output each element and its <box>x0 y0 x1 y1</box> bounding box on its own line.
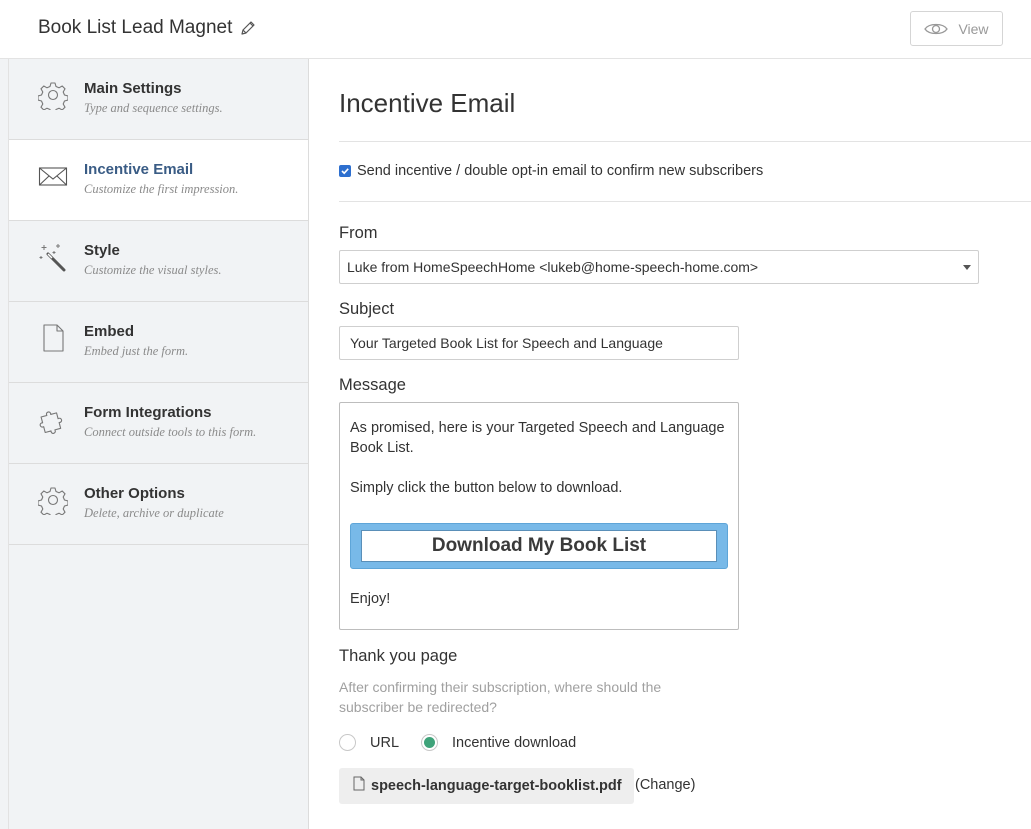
sidebar-item-label: Other Options <box>84 485 185 502</box>
incentive-file: speech-language-target-booklist.pdf <box>339 768 634 804</box>
gear-icon <box>37 484 69 516</box>
subject-label: Subject <box>339 300 395 318</box>
magic-wand-icon <box>37 241 69 273</box>
radio-url[interactable] <box>339 734 356 751</box>
thank-you-help: After confirming their subscription, whe… <box>339 679 662 715</box>
sidebar: Main Settings Type and sequence settings… <box>0 59 309 829</box>
send-incentive-label: Send incentive / double opt-in email to … <box>357 163 764 179</box>
from-select[interactable]: Luke from HomeSpeechHome <lukeb@home-spe… <box>339 250 979 284</box>
message-paragraph: As promised, here is your Targeted Speec… <box>350 420 725 456</box>
incentive-file-name: speech-language-target-booklist.pdf <box>371 778 622 794</box>
sidebar-strip <box>0 59 9 829</box>
sidebar-item-style[interactable]: Style Customize the visual styles. <box>9 221 308 302</box>
sidebar-item-subtitle: Type and sequence settings. <box>84 101 223 115</box>
view-button-label: View <box>958 20 989 37</box>
message-label: Message <box>339 376 406 394</box>
page-header: Book List Lead Magnet View <box>0 0 1031 59</box>
thank-you-label: Thank you page <box>339 647 458 665</box>
message-paragraph: Simply click the button below to downloa… <box>350 480 623 496</box>
puzzle-icon <box>37 403 69 435</box>
sidebar-item-label: Incentive Email <box>84 161 194 178</box>
download-book-list-button[interactable]: Download My Book List <box>350 523 728 569</box>
page-title: Incentive Email <box>339 88 516 118</box>
sidebar-item-embed[interactable]: Embed Embed just the form. <box>9 302 308 383</box>
sidebar-item-subtitle: Customize the first impression. <box>84 182 239 196</box>
sidebar-item-label: Main Settings <box>84 80 182 97</box>
sidebar-item-label: Form Integrations <box>84 404 212 421</box>
sidebar-item-subtitle: Delete, archive or duplicate <box>84 506 224 520</box>
from-select-value: Luke from HomeSpeechHome <lukeb@home-spe… <box>347 259 759 275</box>
sidebar-item-subtitle: Embed just the form. <box>84 344 189 358</box>
redirect-options: URL Incentive download <box>339 734 598 751</box>
radio-incentive-download[interactable] <box>421 734 439 751</box>
view-button[interactable]: View <box>910 11 1003 46</box>
radio-incentive-label: Incentive download <box>452 734 577 751</box>
change-file-link[interactable]: (Change) <box>635 777 695 793</box>
from-label: From <box>339 224 378 242</box>
sidebar-item-label: Embed <box>84 323 135 340</box>
envelope-icon <box>37 160 69 192</box>
sidebar-item-incentive-email[interactable]: Incentive Email Customize the first impr… <box>9 140 308 221</box>
send-incentive-checkbox[interactable] <box>339 165 351 177</box>
sidebar-item-subtitle: Customize the visual styles. <box>84 263 222 277</box>
caret-down-icon <box>963 265 971 270</box>
download-button-label: Download My Book List <box>361 530 717 562</box>
gear-icon <box>37 79 69 111</box>
divider <box>339 201 1031 202</box>
eye-icon <box>924 23 949 34</box>
sidebar-item-main-settings[interactable]: Main Settings Type and sequence settings… <box>9 59 308 140</box>
send-incentive-row[interactable]: Send incentive / double opt-in email to … <box>339 163 763 179</box>
subject-input[interactable]: Your Targeted Book List for Speech and L… <box>339 326 739 360</box>
file-icon <box>353 776 365 790</box>
document-icon <box>37 322 69 354</box>
sidebar-item-label: Style <box>84 242 120 259</box>
form-title-text: Book List Lead Magnet <box>38 17 233 38</box>
pencil-icon[interactable] <box>240 20 256 36</box>
radio-selected-dot <box>424 737 436 748</box>
sidebar-item-other-options[interactable]: Other Options Delete, archive or duplica… <box>9 464 308 545</box>
form-title[interactable]: Book List Lead Magnet <box>38 17 256 39</box>
divider <box>339 141 1031 142</box>
checkmark-icon <box>341 168 349 175</box>
sidebar-item-subtitle: Connect outside tools to this form. <box>84 425 257 439</box>
message-editor[interactable]: As promised, here is your Targeted Speec… <box>339 402 739 630</box>
sidebar-item-form-integrations[interactable]: Form Integrations Connect outside tools … <box>9 383 308 464</box>
radio-url-label: URL <box>370 734 400 751</box>
message-paragraph: Enjoy! <box>350 591 391 607</box>
